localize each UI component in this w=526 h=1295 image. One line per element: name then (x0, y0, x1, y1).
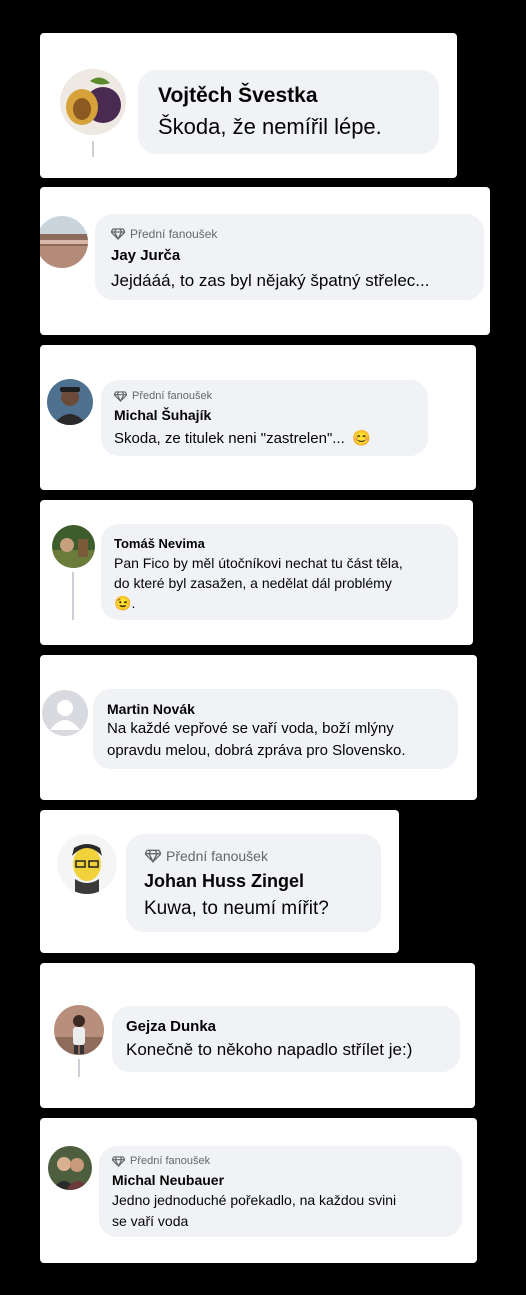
badge-label: Přední fanoušek (130, 227, 218, 241)
avatar[interactable] (57, 834, 117, 894)
comment-text: Skoda, ze titulek neni "zastrelen"... 😊 (114, 429, 371, 447)
comment-text: Škoda, že nemířil lépe. (158, 114, 382, 139)
avatar[interactable] (47, 379, 93, 425)
comment-card: Přední fanoušek Johan Huss Zingel Kuwa, … (40, 810, 399, 953)
diamond-icon (145, 849, 161, 863)
comment-text: opravdu melou, dobrá zpráva pro Slovensk… (107, 742, 406, 759)
couple-photo-icon (48, 1146, 92, 1190)
comment-card: Martin Novák Na každé vepřové se vaří vo… (40, 655, 477, 800)
person-standing-icon (54, 1005, 104, 1055)
comment-bubble[interactable]: Přední fanoušek Michal Šuhajík Skoda, ze… (101, 380, 428, 456)
top-fan-badge: Přední fanoušek (145, 848, 268, 864)
commenter-name[interactable]: Johan Huss Zingel (144, 871, 304, 892)
comment-bubble[interactable]: Přední fanoušek Jay Jurča Jejdááá, to za… (95, 214, 484, 300)
thread-line (72, 572, 74, 620)
badge-label: Přední fanoušek (166, 848, 268, 864)
comment-card: Vojtěch Švestka Škoda, že nemířil lépe. (40, 33, 457, 178)
comment-bubble[interactable]: Tomáš Nevima Pan Fico by měl útočníkovi … (101, 524, 458, 620)
landscape-photo-icon (40, 216, 88, 268)
comment-card: Přední fanoušek Michal Šuhajík Skoda, ze… (40, 345, 476, 490)
person-photo-icon (47, 379, 93, 425)
diamond-icon (111, 228, 125, 240)
comment-text: do které byl zasažen, a nedělat dál prob… (114, 575, 392, 591)
avatar[interactable] (60, 69, 126, 135)
commenter-name[interactable]: Gejza Dunka (126, 1018, 216, 1035)
comment-text: Konečně to někoho napadlo střílet je:) (126, 1040, 413, 1059)
comment-text: Na každé vepřové se vaří voda, boží mlýn… (107, 720, 394, 737)
comment-card: Tomáš Nevima Pan Fico by měl útočníkovi … (40, 500, 473, 645)
commenter-name[interactable]: Michal Neubauer (112, 1172, 224, 1188)
top-fan-badge: Přední fanoušek (114, 390, 212, 402)
cartoon-face-icon (57, 834, 117, 894)
diamond-icon (112, 1155, 125, 1167)
top-fan-badge: Přední fanoušek (111, 227, 217, 241)
comment-bubble[interactable]: Přední fanoušek Michal Neubauer Jedno je… (99, 1146, 462, 1237)
comment-text: se vaří voda (112, 1213, 189, 1229)
comment-text-line: Skoda, ze titulek neni "zastrelen"... (114, 430, 345, 447)
badge-label: Přední fanoušek (130, 1155, 211, 1167)
comment-card: Gejza Dunka Konečně to někoho napadlo st… (40, 963, 475, 1108)
diamond-icon (114, 390, 127, 402)
avatar[interactable] (48, 1146, 92, 1190)
comment-text: Jejdááá, to zas byl nějaký špatný střele… (111, 271, 430, 290)
avatar[interactable] (40, 216, 88, 268)
comment-text: Jedno jednoduché pořekadlo, na každou sv… (112, 1192, 397, 1208)
avatar[interactable] (52, 525, 95, 568)
thread-line (92, 141, 94, 157)
comment-bubble[interactable]: Přední fanoušek Johan Huss Zingel Kuwa, … (126, 834, 381, 932)
avatar[interactable] (42, 690, 88, 736)
badge-label: Přední fanoušek (132, 390, 213, 402)
commenter-name[interactable]: Jay Jurča (111, 247, 180, 264)
comment-text: Pan Fico by měl útočníkovi nechat tu čás… (114, 555, 403, 571)
comment-card: Přední fanoušek Jay Jurča Jejdááá, to za… (40, 187, 490, 335)
commenter-name[interactable]: Martin Novák (107, 701, 195, 717)
comment-bubble[interactable]: Vojtěch Švestka Škoda, že nemířil lépe. (138, 70, 439, 154)
commenter-name[interactable]: Tomáš Nevima (114, 536, 205, 551)
comment-card: Přední fanoušek Michal Neubauer Jedno je… (40, 1118, 477, 1263)
comment-bubble[interactable]: Gejza Dunka Konečně to někoho napadlo st… (112, 1006, 460, 1072)
comment-text-line: . (131, 595, 136, 611)
default-user-icon (42, 690, 88, 736)
avatar[interactable] (54, 1005, 104, 1055)
top-fan-badge: Přední fanoušek (112, 1155, 210, 1167)
thread-line (78, 1059, 80, 1077)
wink-emoji-icon: 😉 (114, 595, 132, 611)
outdoor-photo-icon (52, 525, 95, 568)
comment-text: 😉. (114, 595, 135, 612)
plum-icon (60, 69, 126, 135)
commenter-name[interactable]: Michal Šuhajík (114, 407, 211, 423)
smile-emoji-icon: 😊 (351, 430, 371, 447)
comment-text: Kuwa, to neumí mířit? (144, 898, 329, 919)
comment-bubble[interactable]: Martin Novák Na každé vepřové se vaří vo… (93, 689, 458, 769)
commenter-name[interactable]: Vojtěch Švestka (158, 84, 318, 108)
